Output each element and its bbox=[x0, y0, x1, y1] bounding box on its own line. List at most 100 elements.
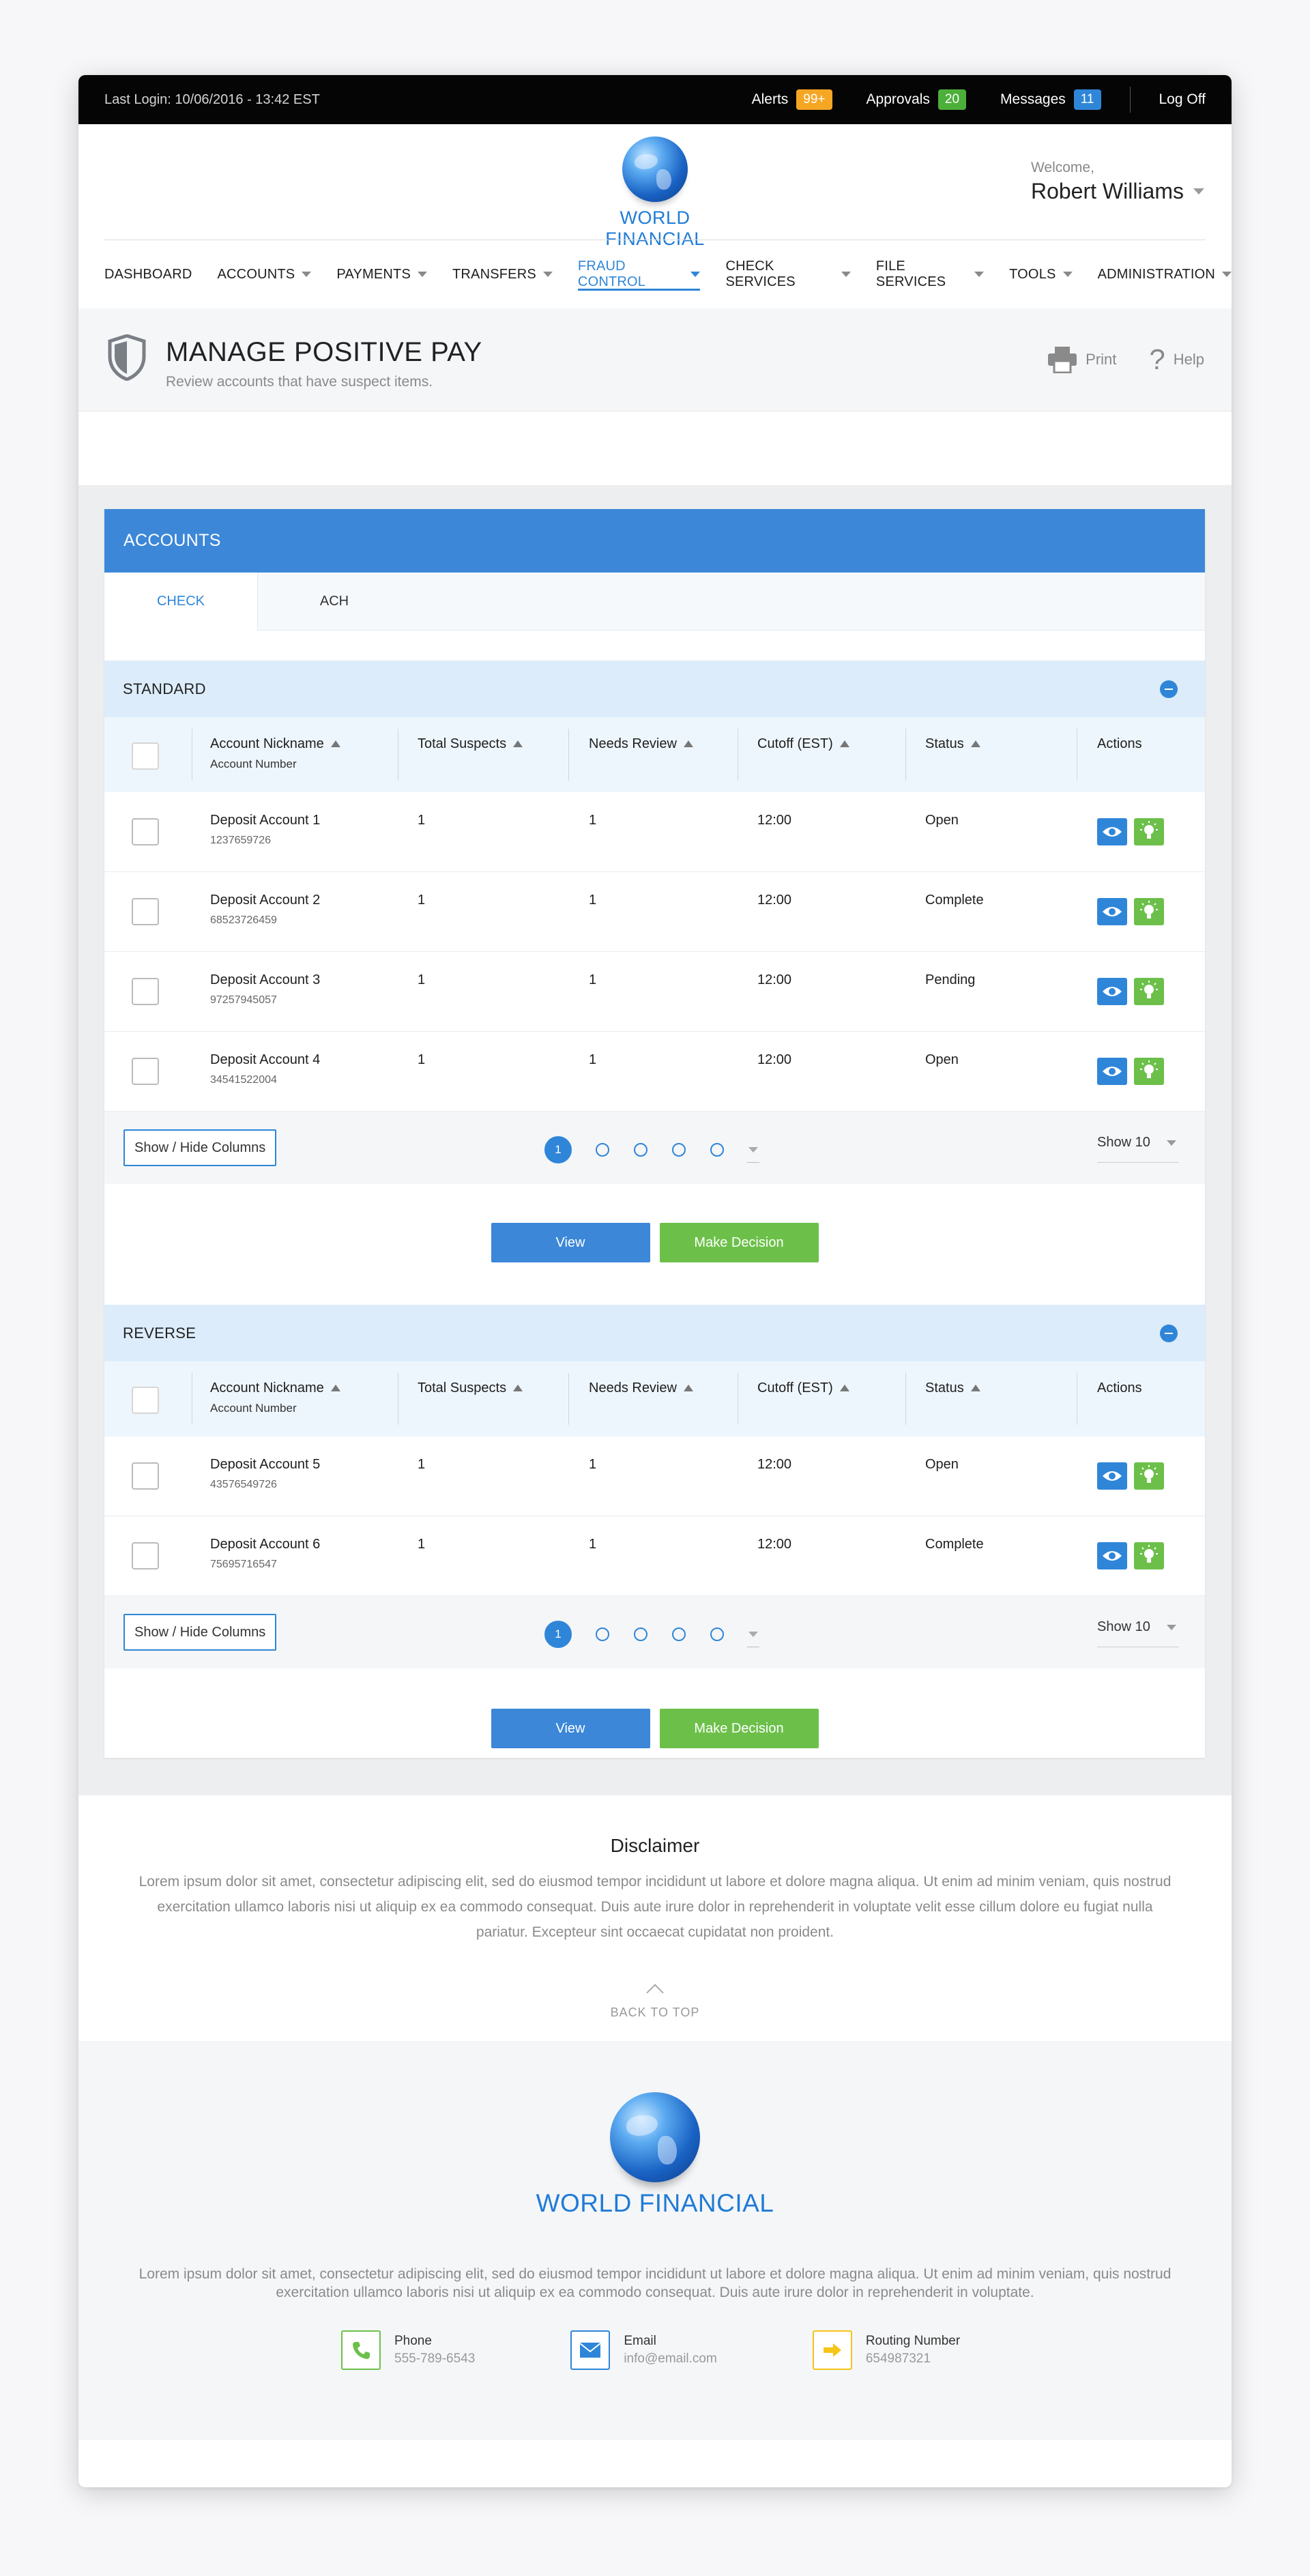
nav-administration[interactable]: ADMINISTRATION bbox=[1098, 261, 1232, 288]
logoff-button[interactable]: Log Off bbox=[1159, 91, 1206, 108]
page-1-button[interactable]: 1 bbox=[544, 1621, 572, 1648]
page-dot-button[interactable] bbox=[672, 1627, 686, 1641]
envelope-icon bbox=[570, 2330, 611, 2370]
messages-badge: 11 bbox=[1073, 89, 1101, 110]
footer: WORLD FINANCIAL Lorem ipsum dolor sit am… bbox=[78, 2041, 1232, 2440]
print-button[interactable]: Print bbox=[1047, 346, 1116, 373]
view-action-button[interactable] bbox=[1097, 1542, 1127, 1569]
eye-icon bbox=[1103, 827, 1122, 837]
col-suspects[interactable]: Total Suspects bbox=[418, 1380, 523, 1396]
view-action-button[interactable] bbox=[1097, 1462, 1127, 1490]
chevron-down-icon bbox=[1222, 272, 1232, 277]
main-content: ACCOUNTS CHECK ACH STANDARD Account Nick… bbox=[78, 485, 1232, 1795]
decision-action-button[interactable] bbox=[1134, 1542, 1164, 1569]
view-action-button[interactable] bbox=[1097, 818, 1127, 845]
sort-icon bbox=[513, 1385, 523, 1391]
row-checkbox[interactable] bbox=[132, 978, 159, 1005]
brand-logo[interactable]: WORLD FINANCIAL bbox=[570, 136, 740, 250]
decision-action-button[interactable] bbox=[1134, 978, 1164, 1005]
view-button[interactable]: View bbox=[491, 1709, 650, 1748]
col-review[interactable]: Needs Review bbox=[589, 736, 693, 752]
footer-logo: WORLD FINANCIAL bbox=[78, 2092, 1232, 2218]
messages-link[interactable]: Messages 11 bbox=[1000, 89, 1101, 110]
account-number: 34541522004 bbox=[210, 1074, 277, 1086]
col-nickname[interactable]: Account Nickname Account Number bbox=[210, 1380, 340, 1415]
alerts-link[interactable]: Alerts 99+ bbox=[752, 89, 832, 110]
col-suspects[interactable]: Total Suspects bbox=[418, 736, 523, 752]
approvals-link[interactable]: Approvals 20 bbox=[867, 89, 967, 110]
nav-payments[interactable]: PAYMENTS bbox=[336, 261, 427, 288]
tab-ach[interactable]: ACH bbox=[258, 573, 411, 630]
nav-dashboard[interactable]: DASHBOARD bbox=[104, 261, 192, 288]
chevron-down-icon[interactable] bbox=[747, 1147, 759, 1163]
show-hide-columns-button[interactable]: Show / Hide Columns bbox=[123, 1614, 277, 1651]
lightbulb-icon bbox=[1140, 1060, 1158, 1078]
nav-check-services[interactable]: CHECK SERVICES bbox=[725, 259, 851, 289]
page-dot-button[interactable] bbox=[634, 1143, 647, 1157]
page-size-select[interactable]: Show 10 bbox=[1097, 1135, 1179, 1163]
account-cell: Deposit Account 5 43576549726 bbox=[210, 1457, 320, 1491]
back-to-top-link[interactable]: BACK TO TOP bbox=[78, 1984, 1232, 2020]
view-action-button[interactable] bbox=[1097, 1058, 1127, 1085]
decision-action-button[interactable] bbox=[1134, 1058, 1164, 1085]
cutoff-value: 12:00 bbox=[757, 1537, 792, 1552]
collapse-icon[interactable] bbox=[1160, 680, 1178, 698]
account-name: Deposit Account 2 bbox=[210, 893, 321, 908]
sort-icon bbox=[839, 740, 849, 747]
row-checkbox[interactable] bbox=[132, 898, 159, 925]
nav-accounts[interactable]: ACCOUNTS bbox=[218, 261, 312, 288]
col-cutoff[interactable]: Cutoff (EST) bbox=[757, 736, 849, 752]
page-1-button[interactable]: 1 bbox=[544, 1136, 572, 1163]
view-action-button[interactable] bbox=[1097, 898, 1127, 925]
page-dot-button[interactable] bbox=[710, 1627, 724, 1641]
contact-email[interactable]: Email info@email.com bbox=[570, 2330, 717, 2370]
page-size-select[interactable]: Show 10 bbox=[1097, 1619, 1179, 1647]
topbar-divider bbox=[1129, 87, 1131, 113]
nav-file-services[interactable]: FILE SERVICES bbox=[876, 259, 985, 289]
select-all-checkbox[interactable] bbox=[132, 742, 159, 770]
col-cutoff[interactable]: Cutoff (EST) bbox=[757, 1380, 849, 1396]
account-name: Deposit Account 3 bbox=[210, 972, 321, 987]
main-nav: DASHBOARD ACCOUNTS PAYMENTS TRANSFERS FR… bbox=[78, 240, 1232, 308]
page-dot-button[interactable] bbox=[672, 1143, 686, 1157]
view-action-button[interactable] bbox=[1097, 978, 1127, 1005]
col-status[interactable]: Status bbox=[925, 1380, 980, 1396]
tab-check[interactable]: CHECK bbox=[104, 573, 258, 631]
back-to-top-label: BACK TO TOP bbox=[610, 2006, 700, 2019]
lightbulb-icon bbox=[1140, 981, 1158, 998]
table-header: Account Nickname Account Number Total Su… bbox=[104, 717, 1205, 792]
decision-action-button[interactable] bbox=[1134, 818, 1164, 845]
contact-phone[interactable]: Phone 555-789-6543 bbox=[341, 2330, 475, 2370]
row-checkbox[interactable] bbox=[132, 818, 159, 845]
page-dot-button[interactable] bbox=[634, 1627, 647, 1641]
col-nickname[interactable]: Account Nickname Account Number bbox=[210, 736, 340, 771]
page-dot-button[interactable] bbox=[596, 1143, 609, 1157]
make-decision-button[interactable]: Make Decision bbox=[659, 1223, 819, 1262]
chevron-down-icon bbox=[302, 272, 312, 277]
help-button[interactable]: ? Help bbox=[1149, 345, 1204, 374]
collapse-icon[interactable] bbox=[1160, 1325, 1178, 1342]
row-checkbox[interactable] bbox=[132, 1058, 159, 1085]
nav-transfers[interactable]: TRANSFERS bbox=[452, 261, 553, 288]
chevron-down-icon[interactable] bbox=[747, 1632, 759, 1647]
page-dot-button[interactable] bbox=[596, 1627, 609, 1641]
contact-list: Phone 555-789-6543 Email info@email.com Ro… bbox=[341, 2330, 1056, 2370]
nav-fraud-control[interactable]: FRAUD CONTROL bbox=[577, 259, 701, 291]
select-all-checkbox[interactable] bbox=[132, 1387, 159, 1414]
row-checkbox[interactable] bbox=[132, 1542, 159, 1569]
header: WORLD FINANCIAL Welcome, Robert Williams bbox=[78, 124, 1232, 249]
show-hide-columns-button[interactable]: Show / Hide Columns bbox=[123, 1129, 277, 1166]
contact-routing[interactable]: Routing Number 654987321 bbox=[812, 2330, 960, 2370]
user-menu[interactable]: Welcome, Robert Williams bbox=[1031, 160, 1204, 204]
make-decision-button[interactable]: Make Decision bbox=[659, 1709, 819, 1748]
col-review[interactable]: Needs Review bbox=[589, 1380, 693, 1396]
eye-icon bbox=[1103, 1551, 1122, 1561]
decision-action-button[interactable] bbox=[1134, 898, 1164, 925]
nav-tools[interactable]: TOOLS bbox=[1009, 261, 1073, 288]
col-status[interactable]: Status bbox=[925, 736, 980, 752]
row-checkbox[interactable] bbox=[132, 1462, 159, 1490]
decision-action-button[interactable] bbox=[1134, 1462, 1164, 1490]
standard-actions: View Make Decision bbox=[104, 1223, 1205, 1262]
view-button[interactable]: View bbox=[491, 1223, 650, 1262]
page-dot-button[interactable] bbox=[710, 1143, 724, 1157]
